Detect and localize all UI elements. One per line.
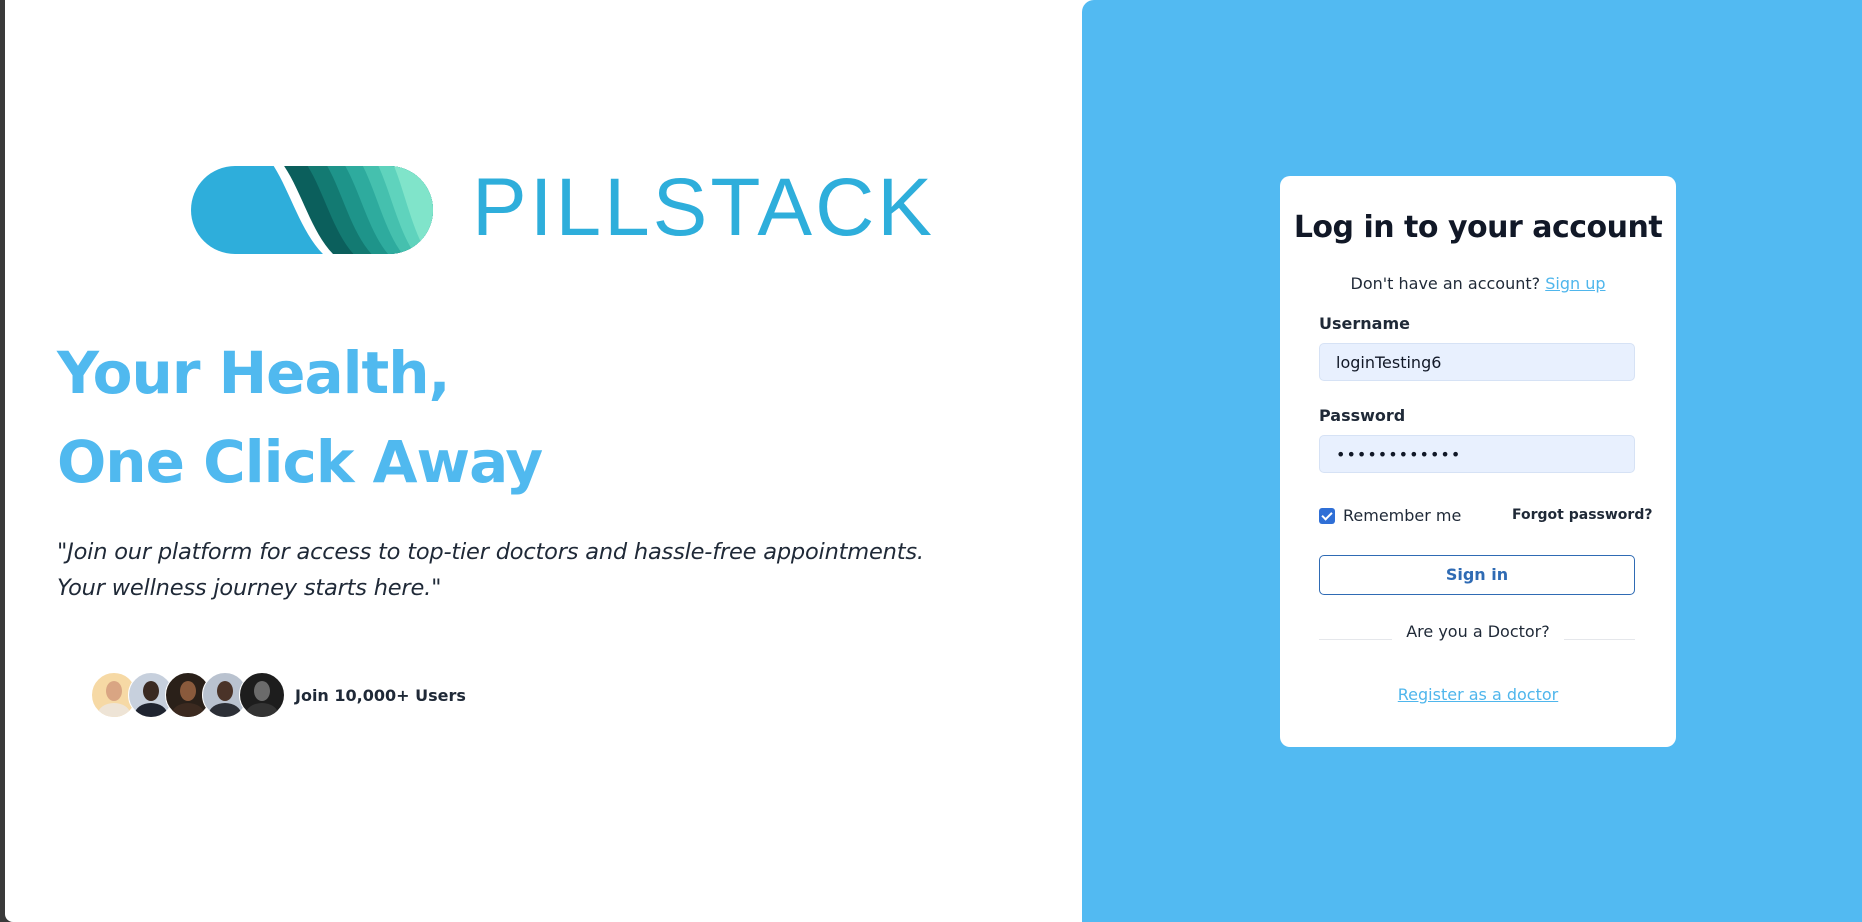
remember-me-row: Remember me — [1319, 506, 1461, 525]
avatar-user-5 — [239, 672, 285, 718]
register-doctor-row: Register as a doctor — [1280, 685, 1676, 704]
login-title: Log in to your account — [1293, 210, 1663, 245]
hero-headline-line2: One Click Away — [57, 428, 543, 496]
signup-prompt: Don't have an account? — [1350, 274, 1541, 293]
forgot-password-link[interactable]: Forgot password? — [1512, 507, 1652, 523]
doctor-prompt-row: Are you a Doctor? — [1280, 622, 1676, 642]
sign-in-button[interactable]: Sign in — [1319, 555, 1635, 595]
social-proof-label: Join 10,000+ Users — [295, 685, 466, 705]
password-input[interactable] — [1319, 435, 1635, 473]
social-proof: Join 10,000+ Users — [91, 672, 466, 718]
login-panel: Log in to your account Don't have an acc… — [1082, 0, 1862, 922]
remember-me-checkbox[interactable] — [1319, 507, 1335, 524]
app-root: PILLSTACK Your Health, One Click Away "J… — [5, 0, 1862, 922]
signup-link[interactable]: Sign up — [1545, 274, 1605, 293]
signup-prompt-row: Don't have an account? Sign up — [1280, 274, 1676, 293]
brand-name: PILLSTACK — [472, 162, 935, 253]
register-doctor-link[interactable]: Register as a doctor — [1398, 685, 1558, 704]
username-input[interactable] — [1319, 343, 1635, 381]
doctor-prompt: Are you a Doctor? — [1392, 622, 1564, 641]
login-card: Log in to your account Don't have an acc… — [1280, 176, 1676, 747]
hero-headline-line1: Your Health, — [57, 339, 451, 407]
hero-quote: "Join our platform for access to top-tie… — [57, 539, 924, 601]
remember-me-label[interactable]: Remember me — [1343, 506, 1461, 525]
username-label: Username — [1319, 314, 1410, 333]
password-label: Password — [1319, 406, 1406, 425]
